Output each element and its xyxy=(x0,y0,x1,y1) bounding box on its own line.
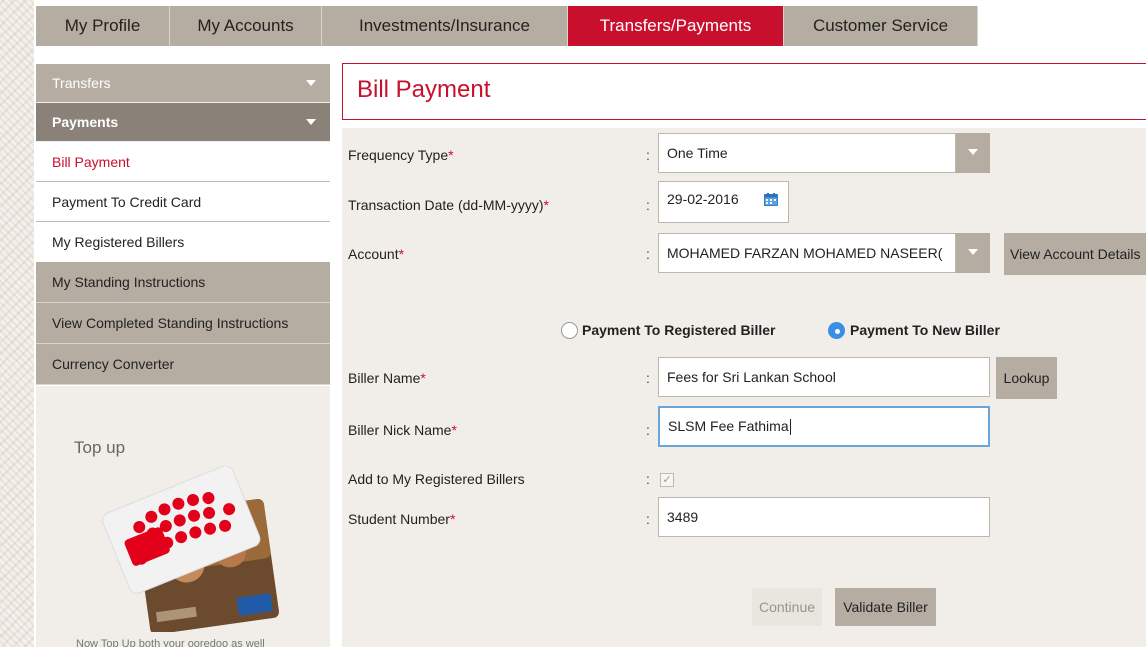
decorative-pattern xyxy=(0,0,34,647)
colon: : xyxy=(646,422,650,438)
chevron-down-icon xyxy=(306,80,316,86)
sidebar-item-payment-to-credit-card[interactable]: Payment To Credit Card xyxy=(36,182,330,222)
main-nav: My Profile My Accounts Investments/Insur… xyxy=(36,6,978,46)
chevron-down-icon xyxy=(968,149,978,155)
transaction-date-label: Transaction Date (dd-MM-yyyy)* xyxy=(348,197,549,213)
radio-registered-biller[interactable] xyxy=(561,322,578,339)
student-number-input[interactable]: 3489 xyxy=(658,497,990,537)
chevron-down-icon xyxy=(968,249,978,255)
colon: : xyxy=(646,197,650,213)
topup-promo[interactable]: Top up Now Top Up both your ooredoo as w… xyxy=(36,386,330,647)
tab-customer-service[interactable]: Customer Service xyxy=(784,6,978,46)
validate-biller-button[interactable]: Validate Biller xyxy=(835,588,936,626)
tab-investments-insurance[interactable]: Investments/Insurance xyxy=(322,6,568,46)
biller-nick-name-value: SLSM Fee Fathima xyxy=(668,418,789,434)
sidebar-section-payments[interactable]: Payments xyxy=(36,103,330,142)
topup-caption: Now Top Up both your ooredoo as well xyxy=(76,638,265,647)
frequency-type-dropdown-button[interactable] xyxy=(956,133,990,173)
biller-nick-name-label: Biller Nick Name* xyxy=(348,422,457,438)
sidebar-section-label: Payments xyxy=(52,114,119,130)
add-registered-checkbox[interactable]: ✓ xyxy=(660,473,674,487)
add-registered-label: Add to My Registered Billers xyxy=(348,471,525,487)
sidebar-item-my-standing-instructions[interactable]: My Standing Instructions xyxy=(36,262,330,303)
bill-payment-form: Frequency Type* : One Time Transaction D… xyxy=(342,128,1146,647)
tab-my-profile[interactable]: My Profile xyxy=(36,6,170,46)
sidebar-item-bill-payment[interactable]: Bill Payment xyxy=(36,142,330,182)
radio-new-biller-label[interactable]: Payment To New Biller xyxy=(850,322,1000,338)
biller-name-input[interactable]: Fees for Sri Lankan School xyxy=(658,357,990,397)
sidebar-item-my-registered-billers[interactable]: My Registered Billers xyxy=(36,222,330,262)
page-header: Bill Payment xyxy=(342,63,1146,120)
view-account-details-button[interactable]: View Account Details xyxy=(1004,233,1146,275)
chevron-down-icon xyxy=(306,119,316,125)
account-dropdown-button[interactable] xyxy=(956,233,990,273)
sidebar: Transfers Payments Bill Payment Payment … xyxy=(36,64,330,385)
biller-name-label: Biller Name* xyxy=(348,370,426,386)
student-number-label: Student Number* xyxy=(348,511,456,527)
sidebar-section-label: Transfers xyxy=(52,75,111,91)
colon: : xyxy=(646,147,650,163)
sidebar-item-currency-converter[interactable]: Currency Converter xyxy=(36,344,330,385)
text-cursor xyxy=(789,419,791,436)
checkmark-icon: ✓ xyxy=(662,474,672,486)
colon: : xyxy=(646,471,650,487)
frequency-type-label: Frequency Type* xyxy=(348,147,454,163)
transaction-date-value: 29-02-2016 xyxy=(667,191,739,207)
topup-title: Top up xyxy=(74,438,126,457)
sidebar-item-view-completed-standing-instructions[interactable]: View Completed Standing Instructions xyxy=(36,303,330,344)
page-title: Bill Payment xyxy=(357,76,491,103)
continue-button[interactable]: Continue xyxy=(752,588,822,626)
topup-card-image xyxy=(102,466,279,632)
account-label: Account* xyxy=(348,246,405,262)
sidebar-section-transfers[interactable]: Transfers xyxy=(36,64,330,103)
frequency-type-select[interactable]: One Time xyxy=(658,133,956,173)
lookup-button[interactable]: Lookup xyxy=(996,357,1057,399)
tab-transfers-payments[interactable]: Transfers/Payments xyxy=(568,6,784,46)
tab-my-accounts[interactable]: My Accounts xyxy=(170,6,322,46)
radio-registered-biller-label[interactable]: Payment To Registered Biller xyxy=(582,322,775,338)
colon: : xyxy=(646,511,650,527)
account-select[interactable]: MOHAMED FARZAN MOHAMED NASEER( xyxy=(658,233,956,273)
colon: : xyxy=(646,370,650,386)
radio-new-biller[interactable] xyxy=(828,322,845,339)
biller-nick-name-input[interactable]: SLSM Fee Fathima xyxy=(658,406,990,447)
calendar-icon[interactable] xyxy=(764,193,778,206)
colon: : xyxy=(646,246,650,262)
